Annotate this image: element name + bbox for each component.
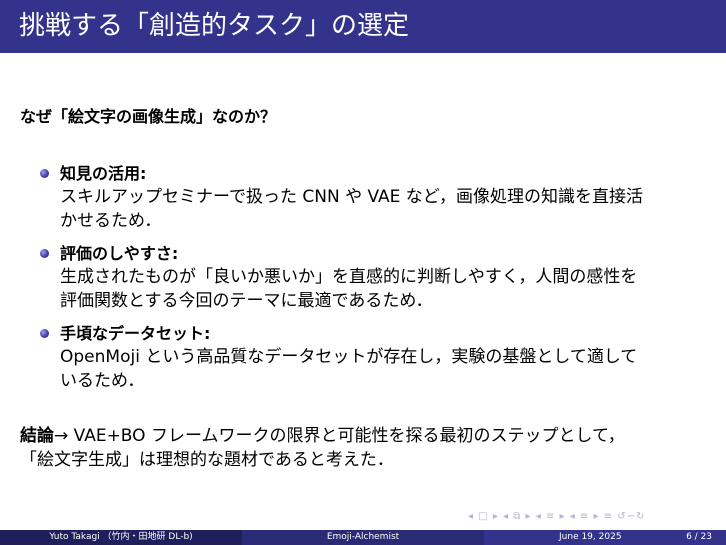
bullet-text-line: 生成されたものが「良いか悪いか」を直感的に判断しやすく，人間の感性を: [60, 267, 638, 287]
bullet-body: 生成されたものが「良いか悪いか」を直感的に判断しやすく，人間の感性を 評価関数と…: [60, 265, 712, 313]
conclusion-line-2: 「絵文字生成」は理想的な題材であると考えた．: [20, 450, 394, 470]
bullet-item-knowledge: 知見の活用: スキルアップセミナーで扱った CNN や VAE など，画像処理の…: [40, 162, 712, 233]
bullet-text-line: 評価関数とする今回のテーマに最適であるため．: [60, 291, 433, 311]
bullet-icon: [40, 249, 49, 258]
footer-page-number: 6 / 23: [686, 532, 712, 542]
bullet-icon: [40, 329, 49, 338]
bullet-text-line: スキルアップセミナーで扱った CNN や VAE など，画像処理の知識を直接活: [60, 187, 643, 207]
footer-author: Yuto Takagi （竹内・田地研 DL-b): [0, 530, 242, 545]
slide-title: 挑戦する「創造的タスク」の選定: [19, 11, 410, 41]
footer-date: June 19, 2025: [559, 532, 622, 542]
footer: Yuto Takagi （竹内・田地研 DL-b) Emoji-Alchemis…: [0, 530, 726, 545]
slide-title-bar: 挑戦する「創造的タスク」の選定: [0, 0, 726, 53]
conclusion: 結論→ VAE+BO フレームワークの限界と可能性を探る最初のステップとして， …: [20, 424, 625, 472]
conclusion-label: 結論: [20, 426, 54, 446]
bullet-item-evaluation: 評価のしやすさ: 生成されたものが「良いか悪いか」を直感的に判断しやすく，人間の…: [40, 242, 712, 313]
bullet-item-dataset: 手頃なデータセット: OpenMoji という高品質なデータセットが存在し，実験…: [40, 322, 712, 393]
bullet-body: スキルアップセミナーで扱った CNN や VAE など，画像処理の知識を直接活 …: [60, 185, 712, 233]
bullet-text-line: かせるため．: [60, 211, 162, 231]
bullet-label: 手頃なデータセット:: [60, 324, 211, 343]
conclusion-text: VAE+BO フレームワークの限界と可能性を探る最初のステップとして，: [68, 426, 625, 446]
bullet-text-line: OpenMoji という高品質なデータセットが存在し，実験の基盤として適して: [60, 347, 638, 367]
bullet-list: 知見の活用: スキルアップセミナーで扱った CNN や VAE など，画像処理の…: [40, 162, 712, 402]
conclusion-line-1: 結論→ VAE+BO フレームワークの限界と可能性を探る最初のステップとして，: [20, 424, 625, 448]
bullet-body: OpenMoji という高品質なデータセットが存在し，実験の基盤として適して い…: [60, 345, 712, 393]
subheading: なぜ「絵文字の画像生成」なのか？: [20, 107, 277, 126]
arrow-icon: →: [54, 426, 69, 446]
bullet-label: 評価のしやすさ:: [60, 244, 179, 263]
bullet-label: 知見の活用:: [60, 164, 147, 183]
beamer-navigation-icons[interactable]: ◂ □ ▸ ◂ ⧉ ▸ ◂ ≡ ▸ ◂ ≡ ▸ ≡ ↺∽↻: [468, 511, 645, 522]
bullet-text-line: いるため．: [60, 371, 145, 391]
footer-short-title: Emoji-Alchemist: [242, 530, 484, 545]
footer-date-page: June 19, 2025 6 / 23: [484, 530, 726, 545]
bullet-icon: [40, 169, 49, 178]
